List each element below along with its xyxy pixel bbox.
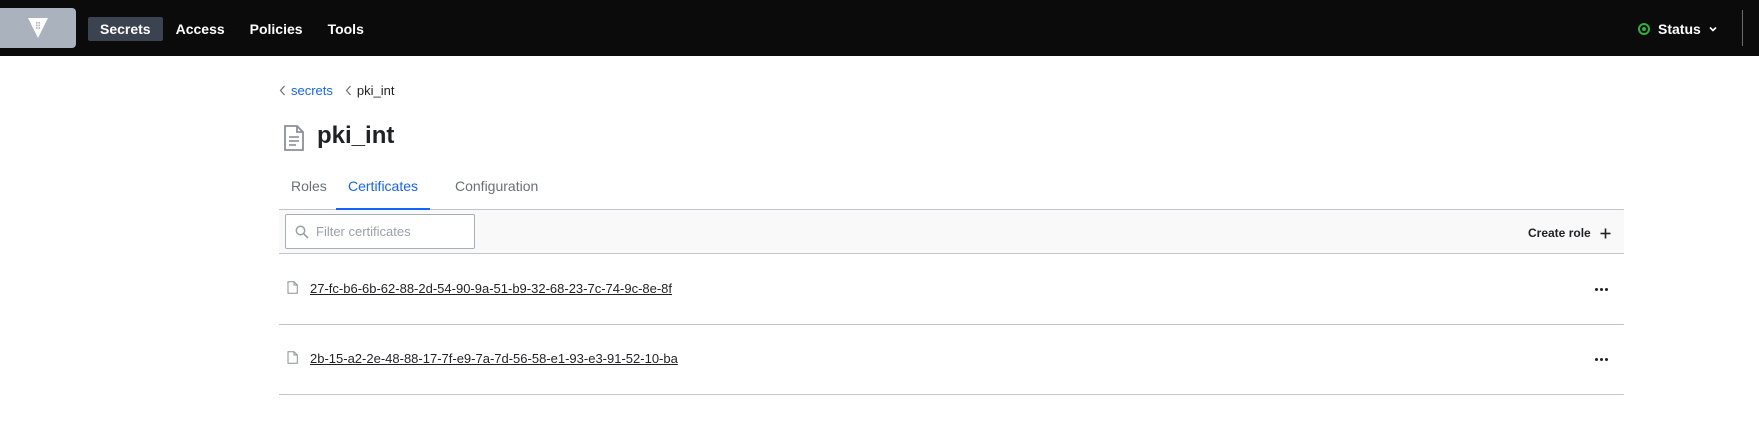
breadcrumb: secrets pki_int [279,81,394,99]
file-icon [284,125,304,151]
nav-access[interactable]: Access [164,17,237,41]
chevron-left-icon [345,85,352,96]
certificates-list: 27-fc-b6-6b-62-88-2d-54-90-9a-51-b9-32-6… [279,255,1624,395]
filter-field [285,214,475,249]
file-icon [287,351,298,364]
main-nav: Secrets Access Policies Tools [88,17,377,41]
nav-divider [1742,10,1743,46]
certificate-link[interactable]: 2b-15-a2-2e-48-88-17-7f-e9-7a-7d-56-58-e… [310,351,678,366]
status-menu[interactable]: Status [1638,19,1718,39]
search-icon [295,225,309,239]
top-navigation-bar: Secrets Access Policies Tools Status [0,0,1759,56]
status-ok-icon [1638,23,1650,35]
breadcrumb-secrets-link[interactable]: secrets [291,83,333,98]
nav-tools[interactable]: Tools [316,17,376,41]
tab-roles[interactable]: Roles [279,170,339,210]
tab-certificates[interactable]: Certificates [336,170,431,210]
create-role-button[interactable]: Create role [1528,224,1611,242]
chevron-down-icon [1709,26,1717,32]
list-item: 27-fc-b6-6b-62-88-2d-54-90-9a-51-b9-32-6… [279,255,1624,325]
filter-certificates-input[interactable] [312,216,470,247]
list-toolbar: Create role [279,210,1624,254]
plus-icon [1600,228,1611,238]
status-label: Status [1658,21,1701,37]
create-role-label: Create role [1528,226,1591,240]
more-actions-icon[interactable] [1593,351,1613,367]
nav-policies[interactable]: Policies [238,17,315,41]
chevron-left-icon [279,85,286,96]
page-title: pki_int [317,122,395,149]
page-header: pki_int [283,120,394,152]
nav-secrets[interactable]: Secrets [88,17,163,41]
vault-logo-home-link[interactable] [0,8,76,48]
list-item: 2b-15-a2-2e-48-88-17-7f-e9-7a-7d-56-58-e… [279,325,1624,395]
more-actions-icon[interactable] [1593,281,1613,297]
tab-bar: Roles Certificates Configuration [279,170,1624,210]
file-icon [287,281,298,294]
vault-logo-icon [28,18,48,38]
certificate-link[interactable]: 27-fc-b6-6b-62-88-2d-54-90-9a-51-b9-32-6… [310,281,672,296]
tab-configuration[interactable]: Configuration [443,170,550,210]
breadcrumb-current: pki_int [356,82,395,98]
